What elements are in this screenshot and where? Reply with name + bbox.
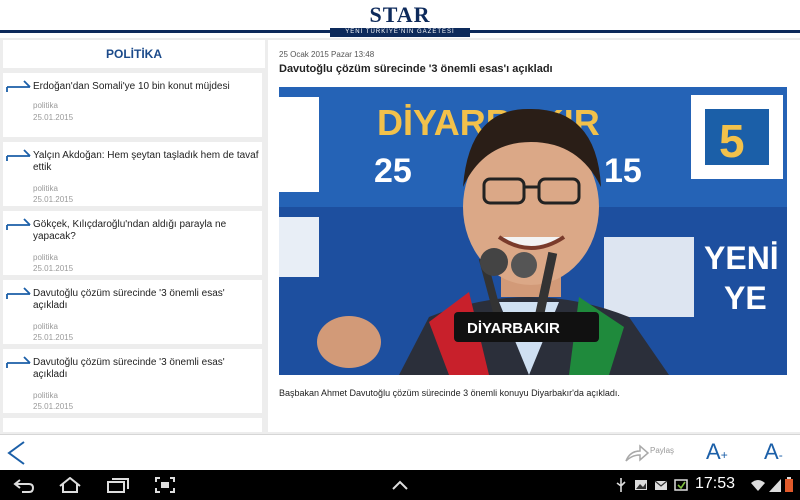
news-item-date: 25.01.2015	[33, 333, 74, 342]
logo: STAR YENİ TÜRKİYE'NİN GAZETESİ	[300, 2, 500, 37]
article-headline: Davutoğlu çözüm sürecinde '3 önemli esas…	[279, 63, 553, 75]
sync-icon	[674, 479, 688, 491]
news-item-title: Gökçek, Kılıçdaroğlu'ndan aldığı parayla…	[33, 219, 227, 242]
font-increase-button[interactable]: A+	[706, 439, 728, 465]
news-item-date: 25.01.2015	[33, 264, 74, 273]
chevron-up-icon[interactable]	[390, 477, 410, 493]
news-item-date: 25.01.2015	[33, 195, 74, 204]
battery-icon	[785, 477, 793, 492]
back-icon[interactable]	[12, 477, 36, 493]
news-item-category: politika	[33, 101, 58, 110]
news-item-title: Erdoğan'dan Somali'ye 10 bin konut müjde…	[33, 81, 230, 92]
news-list-item[interactable]: Davutoğlu çözüm sürecinde '3 önemli esas…	[3, 349, 262, 413]
font-increase-letter: A	[706, 439, 721, 464]
backdrop-number-2: 15	[604, 152, 642, 190]
wifi-icon	[751, 480, 765, 491]
arrow-icon	[6, 356, 31, 368]
recent-apps-icon[interactable]	[106, 477, 130, 493]
font-decrease-button[interactable]: A-	[764, 439, 783, 465]
share-button[interactable]: Paylaş	[624, 443, 680, 463]
arrow-icon	[6, 80, 31, 92]
share-label: Paylaş	[650, 446, 675, 455]
article-photo: DİYARBAKIR 25 15 5 YENİ YE	[279, 87, 787, 375]
news-item-date: 25.01.2015	[33, 402, 74, 411]
news-item-category: politika	[33, 184, 58, 193]
backdrop-number: 25	[374, 152, 412, 190]
news-item-date: 25.01.2015	[33, 113, 74, 122]
news-list: Erdoğan'dan Somali'ye 10 bin konut müjde…	[3, 73, 265, 432]
share-icon	[625, 444, 650, 462]
banner-number: 5	[719, 115, 745, 167]
backdrop-right: YENİ	[704, 240, 779, 276]
news-item-category: politika	[33, 253, 58, 262]
news-list-item-partial[interactable]	[3, 418, 262, 432]
news-list-item[interactable]: Erdoğan'dan Somali'ye 10 bin konut müjde…	[3, 73, 262, 137]
arrow-icon	[6, 287, 31, 299]
home-icon[interactable]	[58, 477, 82, 493]
news-item-title: Davutoğlu çözüm sürecinde '3 önemli esas…	[33, 288, 225, 311]
signal-icon	[769, 479, 781, 492]
back-icon[interactable]	[4, 439, 30, 467]
logo-text: STAR	[369, 2, 431, 27]
mail-icon	[654, 480, 668, 490]
article-photo-illustration: DİYARBAKIR 25 15 5 YENİ YE	[279, 87, 787, 375]
article-caption: Başbakan Ahmet Davutoğlu çözüm sürecinde…	[279, 388, 620, 398]
bottom-toolbar: Paylaş A+ A-	[0, 434, 800, 470]
usb-icon	[616, 478, 626, 492]
screenshot-icon[interactable]	[154, 477, 176, 493]
news-list-item[interactable]: Yalçın Akdoğan: Hem şeytan taşladık hem …	[3, 142, 262, 206]
arrow-icon	[6, 149, 31, 161]
logo-tagline: YENİ TÜRKİYE'NİN GAZETESİ	[330, 28, 470, 37]
section-title: POLİTİKA	[3, 40, 265, 68]
news-list-item[interactable]: Davutoğlu çözüm sürecinde '3 önemli esas…	[3, 280, 262, 344]
article-meta: 25 Ocak 2015 Pazar 13:48	[279, 50, 375, 59]
system-bar: 17:53	[0, 470, 800, 500]
arrow-icon	[6, 218, 31, 230]
news-item-category: politika	[33, 322, 58, 331]
backdrop-right-2: YE	[724, 280, 767, 316]
font-decrease-sign: -	[778, 448, 783, 462]
sidebar: POLİTİKA Erdoğan'dan Somali'ye 10 bin ko…	[3, 40, 265, 432]
news-item-category: politika	[33, 391, 58, 400]
gallery-icon	[635, 480, 647, 490]
news-item-title: Yalçın Akdoğan: Hem şeytan taşladık hem …	[33, 150, 259, 173]
font-increase-sign: +	[720, 448, 728, 462]
font-decrease-letter: A	[764, 439, 779, 464]
podium-label: DİYARBAKIR	[467, 320, 560, 337]
app-header: STAR YENİ TÜRKİYE'NİN GAZETESİ	[0, 0, 800, 38]
news-list-item[interactable]: Gökçek, Kılıçdaroğlu'ndan aldığı parayla…	[3, 211, 262, 275]
article-panel: 25 Ocak 2015 Pazar 13:48 Davutoğlu çözüm…	[268, 40, 800, 432]
clock: 17:53	[695, 475, 736, 492]
news-item-title: Davutoğlu çözüm sürecinde '3 önemli esas…	[33, 357, 225, 380]
